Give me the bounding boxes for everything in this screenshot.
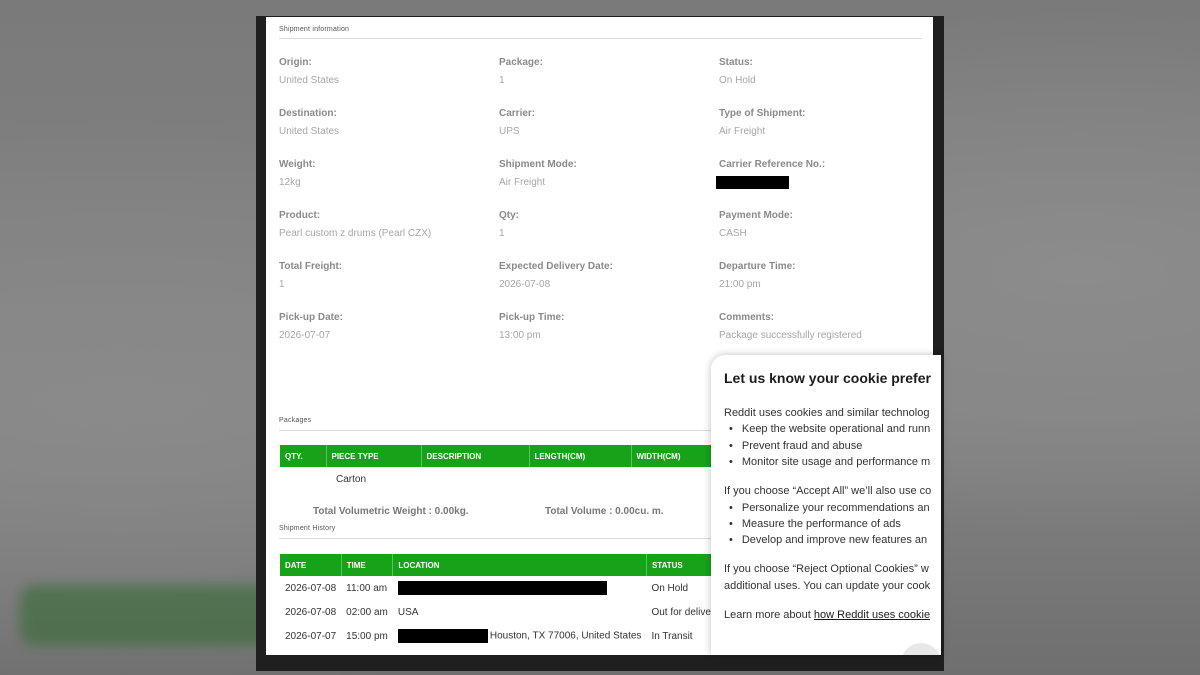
cell-date: 2026-07-08 bbox=[285, 582, 337, 594]
cell-time: 11:00 am bbox=[346, 582, 388, 594]
packages-header-row: QTY. PIECE TYPE DESCRIPTION LENGTH(CM) W… bbox=[280, 445, 732, 467]
cookie-reject-text-2: additional uses. You can update your coo… bbox=[724, 580, 931, 592]
pick-up-date-label: Pick-up Date: bbox=[279, 312, 343, 323]
col-description: DESCRIPTION bbox=[421, 445, 530, 467]
cookie-bullet: Measure the performance of ads bbox=[729, 518, 901, 530]
cookie-title: Let us know your cookie prefer bbox=[724, 370, 931, 386]
qty-label: Qty: bbox=[499, 210, 519, 221]
carrier-value: UPS bbox=[499, 126, 520, 137]
payment-mode-label: Payment Mode: bbox=[719, 210, 793, 221]
divider bbox=[279, 38, 922, 39]
shipment-mode-label: Shipment Mode: bbox=[499, 159, 577, 170]
cookie-bullet: Personalize your recommendations an bbox=[729, 502, 930, 514]
cookie-bullet: Prevent fraud and abuse bbox=[729, 440, 862, 452]
col-length: LENGTH(CM) bbox=[529, 445, 632, 467]
col-location: LOCATION bbox=[392, 554, 647, 576]
cookie-action-button[interactable] bbox=[901, 643, 941, 655]
destination-value: United States bbox=[279, 126, 340, 137]
cookie-bullet: Monitor site usage and performance m bbox=[729, 456, 930, 468]
cookie-reject-text-1: If you choose “Reject Optional Cookies” … bbox=[724, 563, 929, 575]
pick-up-time-value: 13:00 pm bbox=[499, 330, 541, 341]
cell-location bbox=[393, 576, 647, 600]
cookie-learn-more: Learn more about how Reddit uses cookie bbox=[724, 609, 930, 621]
cell-time: 15:00 pm bbox=[346, 630, 388, 642]
total-freight-value: 1 bbox=[279, 279, 285, 290]
table-row: 2026-07-07 15:00 pm Houston, TX 77006, U… bbox=[280, 624, 746, 648]
cell-location: Houston, TX 77006, United States bbox=[393, 624, 647, 648]
total-volumetric-weight: Total Volumetric Weight : 0.00kg. bbox=[313, 506, 469, 517]
destination-label: Destination: bbox=[279, 108, 337, 119]
pick-up-date-value: 2026-07-07 bbox=[279, 330, 331, 341]
history-title: Shipment History bbox=[279, 525, 336, 532]
cookie-intro: Reddit uses cookies and similar technolo… bbox=[724, 407, 930, 419]
expected-delivery-date-label: Expected Delivery Date: bbox=[499, 261, 613, 272]
type-of-shipment-value: Air Freight bbox=[719, 126, 766, 137]
shipment-mode-value: Air Freight bbox=[499, 177, 546, 188]
origin-label: Origin: bbox=[279, 57, 312, 68]
cell-time: 02:00 am bbox=[346, 606, 388, 618]
carrier-reference-no-label: Carrier Reference No.: bbox=[719, 159, 826, 170]
cookie-preferences-dialog: Let us know your cookie prefer Reddit us… bbox=[711, 355, 941, 655]
col-piece-type: PIECE TYPE bbox=[326, 445, 422, 467]
cookie-accept-text: If you choose “Accept All” we’ll also us… bbox=[724, 485, 932, 497]
cell-date: 2026-07-08 bbox=[285, 606, 337, 618]
cell-piece-type: Carton bbox=[336, 473, 367, 485]
total-freight-label: Total Freight: bbox=[279, 261, 343, 272]
col-qty: QTY. bbox=[280, 445, 327, 467]
payment-mode-value: CASH bbox=[719, 228, 747, 239]
cell-date: 2026-07-07 bbox=[285, 630, 337, 642]
package-value: 1 bbox=[499, 75, 505, 86]
weight-value: 12kg bbox=[279, 177, 301, 188]
carrier-label: Carrier: bbox=[499, 108, 536, 119]
cookie-bullet: Develop and improve new features an bbox=[729, 534, 927, 546]
learn-more-prefix: Learn more about bbox=[724, 609, 814, 621]
table-row: 2026-07-08 11:00 am On Hold bbox=[280, 576, 746, 600]
col-time: TIME bbox=[341, 554, 394, 576]
table-row: Carton bbox=[280, 467, 731, 491]
redacted-address bbox=[397, 629, 488, 643]
table-row: 2026-07-08 02:00 am USA Out for delivery bbox=[280, 600, 746, 624]
cell-qty bbox=[280, 467, 326, 491]
departure-time-value: 21:00 pm bbox=[719, 279, 761, 290]
origin-value: United States bbox=[279, 75, 340, 86]
redacted-location bbox=[397, 581, 607, 595]
history-table: DATE TIME LOCATION STATUS 2026-07-08 11:… bbox=[280, 554, 747, 648]
comments-value: Package successfully registered bbox=[719, 330, 862, 341]
packages-table: QTY. PIECE TYPE DESCRIPTION LENGTH(CM) W… bbox=[280, 445, 732, 491]
col-date: DATE bbox=[280, 554, 342, 576]
status-label: Status: bbox=[719, 57, 753, 68]
learn-more-link[interactable]: how Reddit uses cookie bbox=[814, 609, 930, 621]
weight-label: Weight: bbox=[279, 159, 316, 170]
cell-description bbox=[421, 467, 529, 491]
shipment-info-title: Shipment information bbox=[279, 26, 350, 33]
comments-label: Comments: bbox=[719, 312, 775, 323]
total-volume: Total Volume : 0.00cu. m. bbox=[545, 506, 664, 517]
redacted-carrier-reference bbox=[716, 176, 789, 189]
cell-length bbox=[529, 467, 631, 491]
pick-up-time-label: Pick-up Time: bbox=[499, 312, 565, 323]
history-header-row: DATE TIME LOCATION STATUS bbox=[280, 554, 747, 576]
location-text: Houston, TX 77006, United States bbox=[489, 630, 642, 642]
product-label: Product: bbox=[279, 210, 321, 221]
type-of-shipment-label: Type of Shipment: bbox=[719, 108, 806, 119]
expected-delivery-date-value: 2026-07-08 bbox=[499, 279, 551, 290]
departure-time-label: Departure Time: bbox=[719, 261, 796, 272]
package-label: Package: bbox=[499, 57, 543, 68]
cookie-bullet: Keep the website operational and runn bbox=[729, 423, 930, 435]
status-value: On Hold bbox=[719, 75, 756, 86]
qty-value: 1 bbox=[499, 228, 505, 239]
product-value: Pearl custom z drums (Pearl CZX) bbox=[279, 228, 432, 239]
packages-title: Packages bbox=[279, 417, 312, 424]
cell-location: USA bbox=[397, 606, 419, 618]
